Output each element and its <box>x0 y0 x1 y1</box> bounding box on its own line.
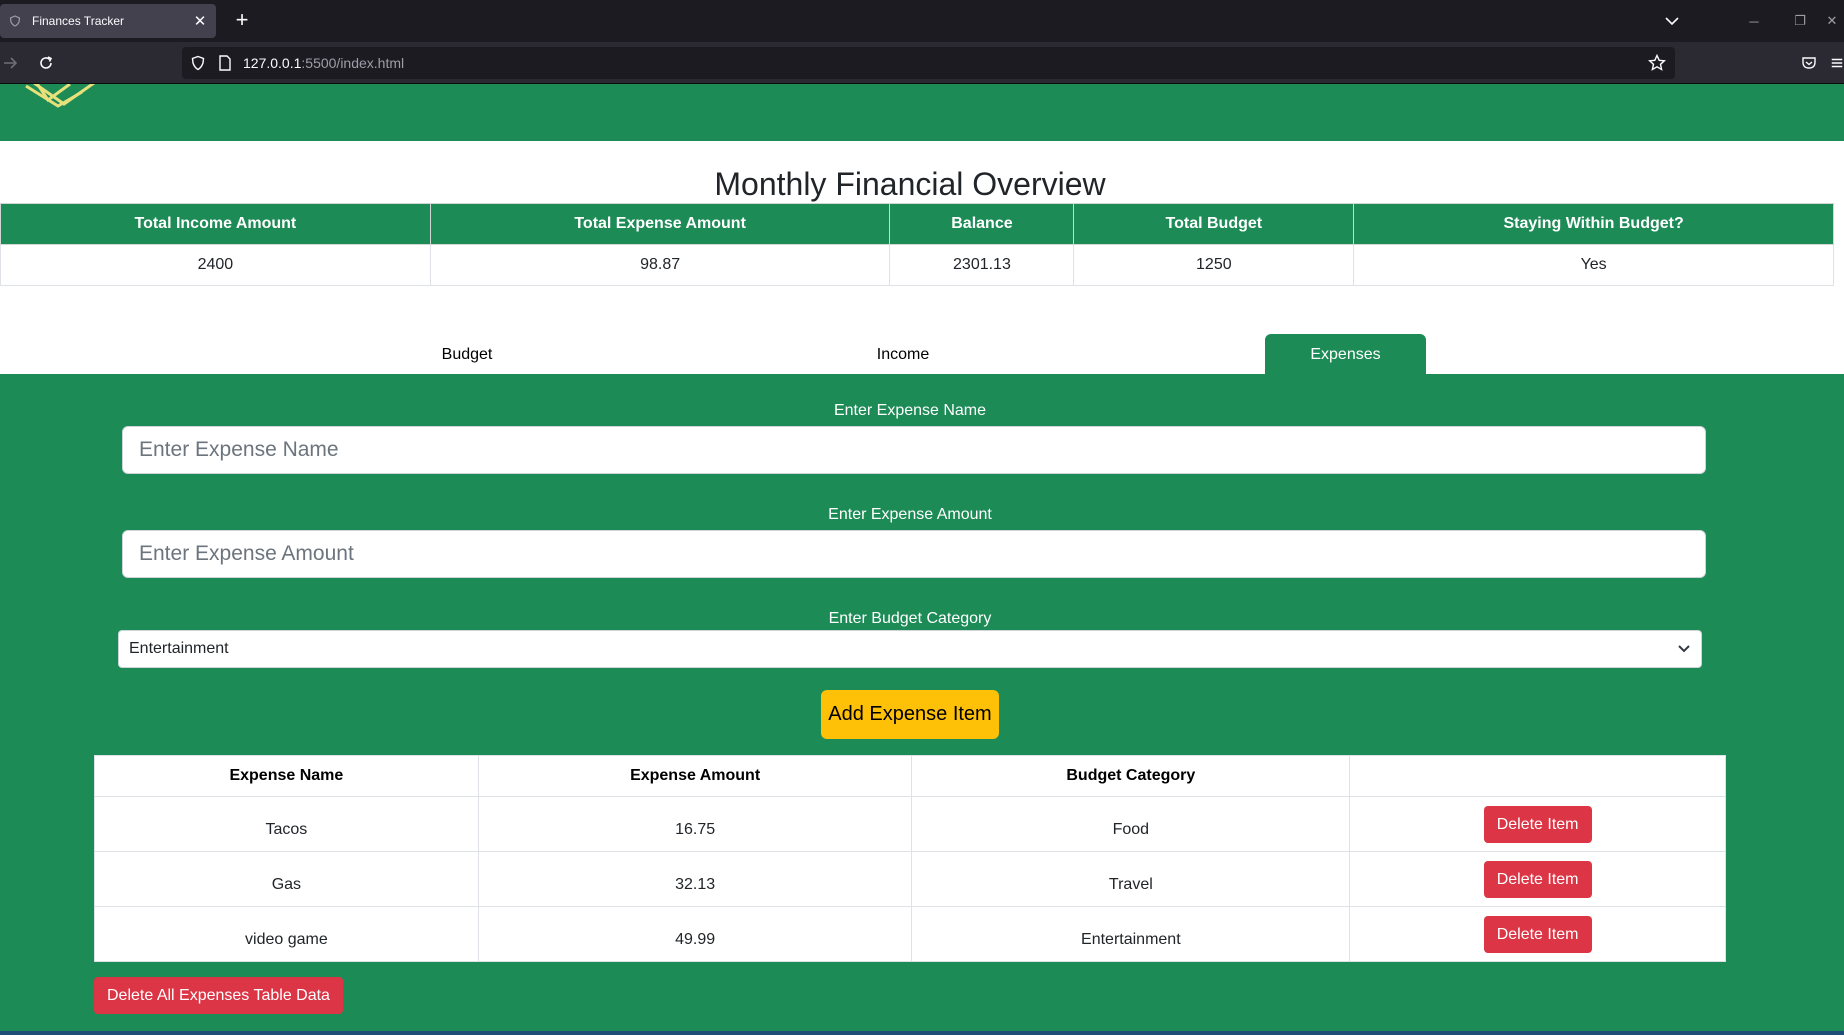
overview-table: Total Income Amount Total Expense Amount… <box>0 203 1834 286</box>
expense-category-cell: Travel <box>911 851 1351 907</box>
url-host: 127.0.0.1 <box>243 55 302 71</box>
delete-item-button[interactable]: Delete Item <box>1483 915 1592 953</box>
page-title: Monthly Financial Overview <box>714 166 1106 202</box>
balance-value: 2301.13 <box>889 244 1075 286</box>
overview-header-within-budget: Staying Within Budget? <box>1353 203 1834 245</box>
expense-name-label: Enter Expense Name <box>833 402 987 419</box>
total-budget-value: 1250 <box>1073 244 1355 286</box>
forward-icon[interactable] <box>0 49 24 77</box>
new-tab-icon[interactable]: + <box>230 9 254 33</box>
page-info-icon[interactable] <box>218 55 232 76</box>
overview-header-budget: Total Budget <box>1073 203 1355 245</box>
tracking-protection-icon[interactable] <box>190 55 206 76</box>
overview-header-balance: Balance <box>889 203 1075 245</box>
budget-category-label: Enter Budget Category <box>828 610 992 627</box>
expense-name-input[interactable] <box>122 426 1706 474</box>
minimize-icon[interactable]: ─ <box>1734 8 1774 34</box>
expenses-panel: Enter Expense Name Enter Expense Amount … <box>0 374 1844 1035</box>
expenses-table: Expense Name Expense Amount Budget Categ… <box>94 755 1726 962</box>
tab-title: Finances Tracker <box>32 14 125 28</box>
overview-header-row: Total Income Amount Total Expense Amount… <box>0 203 1834 245</box>
delete-all-expenses-button[interactable]: Delete All Expenses Table Data <box>94 977 343 1014</box>
table-row: video game 49.99 Entertainment Delete It… <box>94 906 1726 962</box>
overview-value-row: 2400 98.87 2301.13 1250 Yes <box>0 244 1834 286</box>
table-row: Gas 32.13 Travel Delete Item <box>94 851 1726 907</box>
tab-income[interactable]: Income <box>853 334 953 375</box>
pocket-icon[interactable] <box>1795 49 1823 77</box>
within-budget-value: Yes <box>1353 244 1834 286</box>
overview-header-expense: Total Expense Amount <box>429 203 891 245</box>
tab-expenses[interactable]: Expenses <box>1265 334 1426 375</box>
tab-close-icon[interactable]: ✕ <box>188 9 212 33</box>
url-bar[interactable]: 127.0.0.1:5500/index.html <box>182 47 1675 79</box>
expense-amount-cell: 16.75 <box>477 796 913 852</box>
bookmark-star-icon[interactable] <box>1647 53 1667 77</box>
url-path: :5500/index.html <box>301 55 405 71</box>
chevron-down-icon <box>1678 645 1690 653</box>
overview-header-income: Total Income Amount <box>0 203 431 245</box>
restore-icon[interactable]: ❐ <box>1780 8 1820 34</box>
total-expense-value: 98.87 <box>429 244 891 286</box>
url-text: 127.0.0.1:5500/index.html <box>243 47 404 79</box>
web-page: Monthly Financial Overview Total Income … <box>0 84 1844 1035</box>
table-row: Tacos 16.75 Food Delete Item <box>94 796 1726 852</box>
expense-amount-input[interactable] <box>122 530 1706 578</box>
header-budget-category: Budget Category <box>911 755 1351 797</box>
expense-action-cell: Delete Item <box>1349 796 1726 852</box>
expense-action-cell: Delete Item <box>1349 906 1726 962</box>
close-window-icon[interactable]: ✕ <box>1820 8 1844 34</box>
delete-item-button[interactable]: Delete Item <box>1483 860 1592 898</box>
menu-icon[interactable] <box>1830 49 1844 77</box>
budget-category-value: Entertainment <box>129 640 229 657</box>
expense-amount-cell: 32.13 <box>477 851 913 907</box>
budget-category-select[interactable]: Entertainment <box>118 630 1702 668</box>
logo-icon <box>25 84 96 108</box>
site-header <box>0 84 1844 141</box>
section-tabs: Budget Income Expenses <box>0 334 1844 375</box>
browser-tab-strip: Finances Tracker ✕ + ─ ❐ ✕ <box>0 0 1844 42</box>
header-expense-amount: Expense Amount <box>477 755 913 797</box>
add-expense-button[interactable]: Add Expense Item <box>821 690 999 739</box>
expense-action-cell: Delete Item <box>1349 851 1726 907</box>
expenses-header-row: Expense Name Expense Amount Budget Categ… <box>94 755 1726 797</box>
header-expense-name: Expense Name <box>94 755 479 797</box>
bottom-strip <box>0 1031 1844 1035</box>
shield-favicon-icon <box>8 14 22 28</box>
delete-item-button[interactable]: Delete Item <box>1483 805 1592 843</box>
reload-icon[interactable] <box>32 49 60 77</box>
expense-category-cell: Entertainment <box>911 906 1351 962</box>
browser-tab[interactable]: Finances Tracker ✕ <box>0 4 216 38</box>
expense-name-cell: video game <box>94 906 479 962</box>
expense-amount-cell: 49.99 <box>477 906 913 962</box>
browser-nav-bar: 127.0.0.1:5500/index.html <box>0 42 1844 84</box>
expense-name-cell: Gas <box>94 851 479 907</box>
total-income-value: 2400 <box>0 244 431 286</box>
list-all-tabs-icon[interactable] <box>1660 10 1684 32</box>
expense-amount-label: Enter Expense Amount <box>828 506 992 523</box>
expense-category-cell: Food <box>911 796 1351 852</box>
tab-budget[interactable]: Budget <box>417 334 517 375</box>
expense-name-cell: Tacos <box>94 796 479 852</box>
header-actions <box>1349 755 1726 797</box>
